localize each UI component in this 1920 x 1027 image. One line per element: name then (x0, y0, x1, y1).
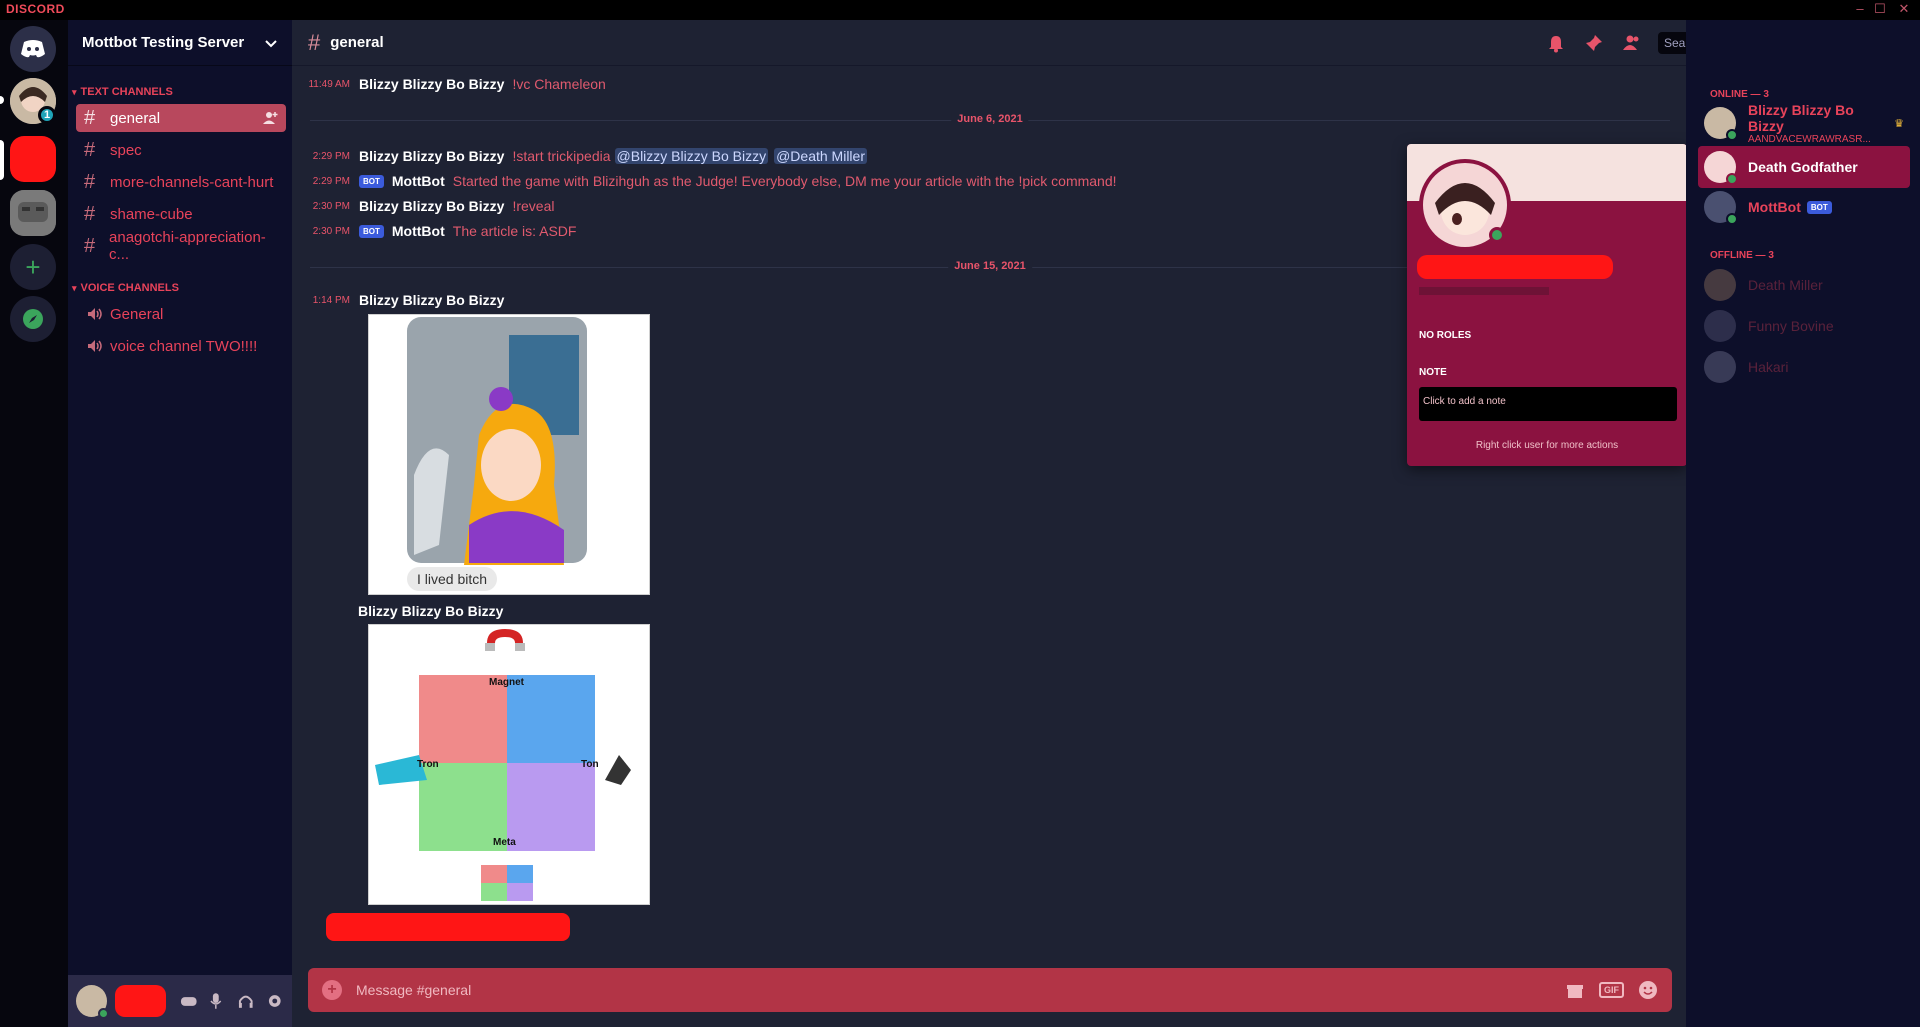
minimize-icon[interactable]: – (1852, 1, 1868, 16)
channel-sidebar: Mottbot Testing Server ▾ TEXT CHANNELS # … (68, 20, 292, 1027)
maximize-icon[interactable]: ☐ (1872, 1, 1888, 17)
headphones-icon[interactable] (237, 992, 255, 1010)
member-list: ONLINE — 3 Blizzy Blizzy Bo Bizzy AANDVA… (1686, 20, 1920, 1027)
category-voice-channels[interactable]: ▾ VOICE CHANNELS (72, 282, 179, 294)
server-redacted[interactable] (10, 136, 56, 182)
channel-general[interactable]: # general (76, 104, 286, 132)
composer-placeholder: Message #general (356, 982, 472, 998)
channel-anagotchi[interactable]: # anagotchi-appreciation-c... (76, 229, 286, 263)
popout-footer: Right click user for more actions (1475, 440, 1619, 451)
plus-icon: + (25, 252, 41, 282)
message[interactable]: 2:29 PM Blizzy Blizzy Bo Bizzy !start tr… (306, 146, 867, 166)
avatar[interactable] (76, 985, 110, 1019)
image-caption: I lived bitch (417, 571, 488, 587)
bot-badge: BOT (1806, 200, 1832, 214)
custom-status (1419, 287, 1549, 295)
channel-spec[interactable]: # spec (76, 136, 286, 164)
note-input[interactable]: Click to add a note (1419, 387, 1677, 421)
chart-label-top: Magnet (489, 677, 524, 688)
chevron-down-icon: ▾ (72, 282, 77, 293)
member-item[interactable]: Blizzy Blizzy Bo Bizzy AANDVACEWRAWRASR.… (1698, 102, 1910, 145)
chart-label-right: Ton (581, 759, 599, 770)
member-item[interactable]: MottBot BOT (1698, 186, 1910, 228)
app-logo: DISCORD (6, 2, 65, 16)
server-header[interactable]: Mottbot Testing Server (68, 20, 292, 66)
compass-icon (23, 309, 43, 329)
invite-icon[interactable] (262, 110, 278, 126)
channel-shame-cube[interactable]: # shame-cube (76, 200, 286, 228)
microphone-icon[interactable] (209, 992, 223, 1010)
username-redacted (115, 985, 166, 1017)
title-bar: DISCORD – ☐ ✕ (0, 0, 1920, 20)
bot-badge: BOT (359, 174, 384, 188)
message[interactable]: 11:49 AM Blizzy Blizzy Bo Bizzy !vc Cham… (306, 74, 605, 94)
gear-icon[interactable] (266, 992, 284, 1010)
game-controller-icon[interactable] (180, 994, 198, 1008)
hash-icon: # (84, 170, 96, 193)
user-popout: NO ROLES NOTE Click to add a note Right … (1407, 144, 1687, 466)
note-label: NOTE (1419, 367, 1447, 378)
offline-header: OFFLINE — 3 (1710, 250, 1774, 261)
explore-button[interactable] (10, 296, 56, 342)
speaker-icon (88, 340, 102, 352)
user-panel (68, 975, 292, 1027)
online-header: ONLINE — 3 (1710, 89, 1769, 100)
channel-title: general (330, 34, 384, 51)
add-server-button[interactable]: + (10, 244, 56, 290)
member-item[interactable]: Funny Bovine (1698, 305, 1910, 347)
chart-label-left: Tron (417, 759, 439, 770)
server-stone[interactable] (10, 190, 56, 236)
hash-icon: # (84, 234, 96, 257)
pin-icon[interactable] (1584, 33, 1604, 53)
speaker-icon (88, 308, 102, 320)
mention-badge: 1 (38, 106, 56, 124)
server-rail: 1 + (0, 20, 68, 1027)
username-redacted (1417, 255, 1613, 279)
members-icon[interactable] (1622, 33, 1642, 53)
hash-icon: # (84, 106, 96, 129)
avatar (1419, 159, 1511, 251)
image-attachment[interactable]: I lived bitch (368, 314, 650, 595)
message[interactable]: 1:14 PM Blizzy Blizzy Bo Bizzy (306, 290, 512, 310)
chevron-down-icon: ▾ (72, 86, 77, 97)
home-button[interactable] (10, 26, 56, 72)
message-composer[interactable]: + Message #general GIF (308, 968, 1672, 1012)
bot-badge: BOT (359, 224, 384, 238)
member-item[interactable]: Death Miller (1698, 264, 1910, 306)
hash-icon: # (308, 29, 321, 55)
attach-plus-icon[interactable]: + (322, 980, 342, 1000)
category-text-channels[interactable]: ▾ TEXT CHANNELS (72, 86, 173, 98)
crown-icon: ♛ (1894, 117, 1904, 130)
voice-channel-general[interactable]: General (76, 300, 286, 328)
message[interactable]: 2:30 PM Blizzy Blizzy Bo Bizzy !reveal (306, 196, 555, 216)
message[interactable]: Blizzy Blizzy Bo Bizzy (358, 601, 511, 621)
server-name: Mottbot Testing Server (82, 34, 245, 51)
discord-app: DISCORD – ☐ ✕ 1 + Mottbot Testing Server (0, 0, 1920, 1027)
discord-icon (21, 40, 45, 58)
hash-icon: # (84, 202, 96, 225)
channel-more-channels-cant-hurt[interactable]: # more-channels-cant-hurt (76, 168, 286, 196)
message[interactable]: 2:29 PM BOT MottBot Started the game wit… (306, 171, 1117, 191)
mention[interactable]: @Blizzy Blizzy Bo Bizzy (614, 148, 769, 164)
channel-header: # general (292, 20, 1686, 66)
date-divider: June 6, 2021 (310, 113, 1670, 125)
voice-channel-two[interactable]: voice channel TWO!!!! (76, 332, 286, 360)
bell-icon[interactable] (1546, 33, 1566, 53)
message[interactable]: 2:30 PM BOT MottBot The article is: ASDF (306, 221, 577, 241)
chart-label-bottom: Meta (493, 837, 516, 848)
image-attachment[interactable]: Magnet Tron Ton Meta (368, 624, 650, 905)
chevron-down-icon[interactable] (264, 36, 278, 50)
member-item[interactable]: Hakari (1698, 346, 1910, 388)
mention[interactable]: @Death Miller (774, 148, 867, 164)
emoji-icon[interactable] (1638, 980, 1658, 1000)
redacted-block (326, 913, 570, 941)
gift-icon[interactable] (1565, 980, 1585, 1000)
roles-label: NO ROLES (1419, 330, 1472, 341)
close-icon[interactable]: ✕ (1896, 1, 1912, 17)
member-item[interactable]: Death Godfather (1698, 146, 1910, 188)
hash-icon: # (84, 138, 96, 161)
gif-icon[interactable]: GIF (1599, 982, 1624, 998)
